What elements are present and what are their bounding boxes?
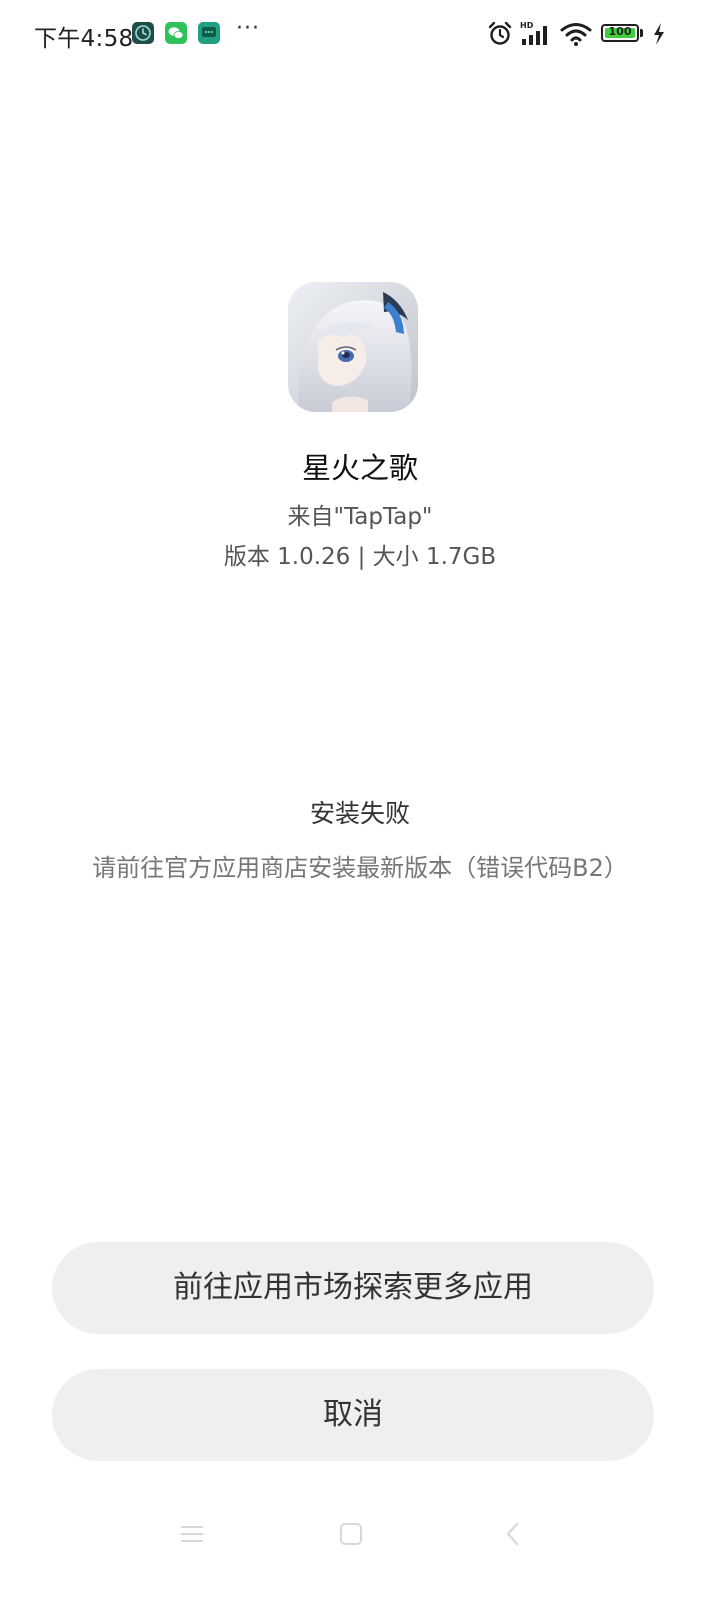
charging-icon [651,20,667,52]
app-version-info: 版本 1.0.26 | 大小 1.7GB [223,544,497,570]
wifi-icon [560,20,594,52]
status-time: 下午4:58 [34,26,134,52]
cancel-button[interactable]: 取消 [52,1369,654,1461]
menu-icon[interactable] [170,1512,214,1556]
anime-character-app-icon [288,282,418,412]
wechat-icon [165,22,187,44]
app-source: 来自"TapTap" [287,504,433,530]
back-icon[interactable] [491,1512,535,1556]
battery-tip [640,29,643,37]
install-error-message: 请前往官方应用商店安装最新版本（错误代码B2） [92,854,628,882]
install-status: 安装失败 [309,799,410,828]
home-icon[interactable] [329,1512,373,1556]
status-bar: 下午4:58 ··· HD 100 [0,0,720,70]
app-name: 星火之歌 [301,451,418,485]
svg-text:HD: HD [520,21,534,30]
battery-icon: 100 [601,24,639,42]
battery-level-label: 100 [608,25,632,38]
message-icon [198,22,220,44]
go-to-app-market-button[interactable]: 前往应用市场探索更多应用 [52,1242,654,1334]
clock-app-icon [132,22,154,44]
hd-signal-icon: HD [520,20,554,52]
install-failed-screen: 下午4:58 ··· HD 100 星火之歌 来自"TapTap" 版本 1.0… [0,0,720,1600]
navigation-bar [0,1490,720,1600]
alarm-icon [486,20,514,52]
more-notifications-icon: ··· [236,16,260,41]
